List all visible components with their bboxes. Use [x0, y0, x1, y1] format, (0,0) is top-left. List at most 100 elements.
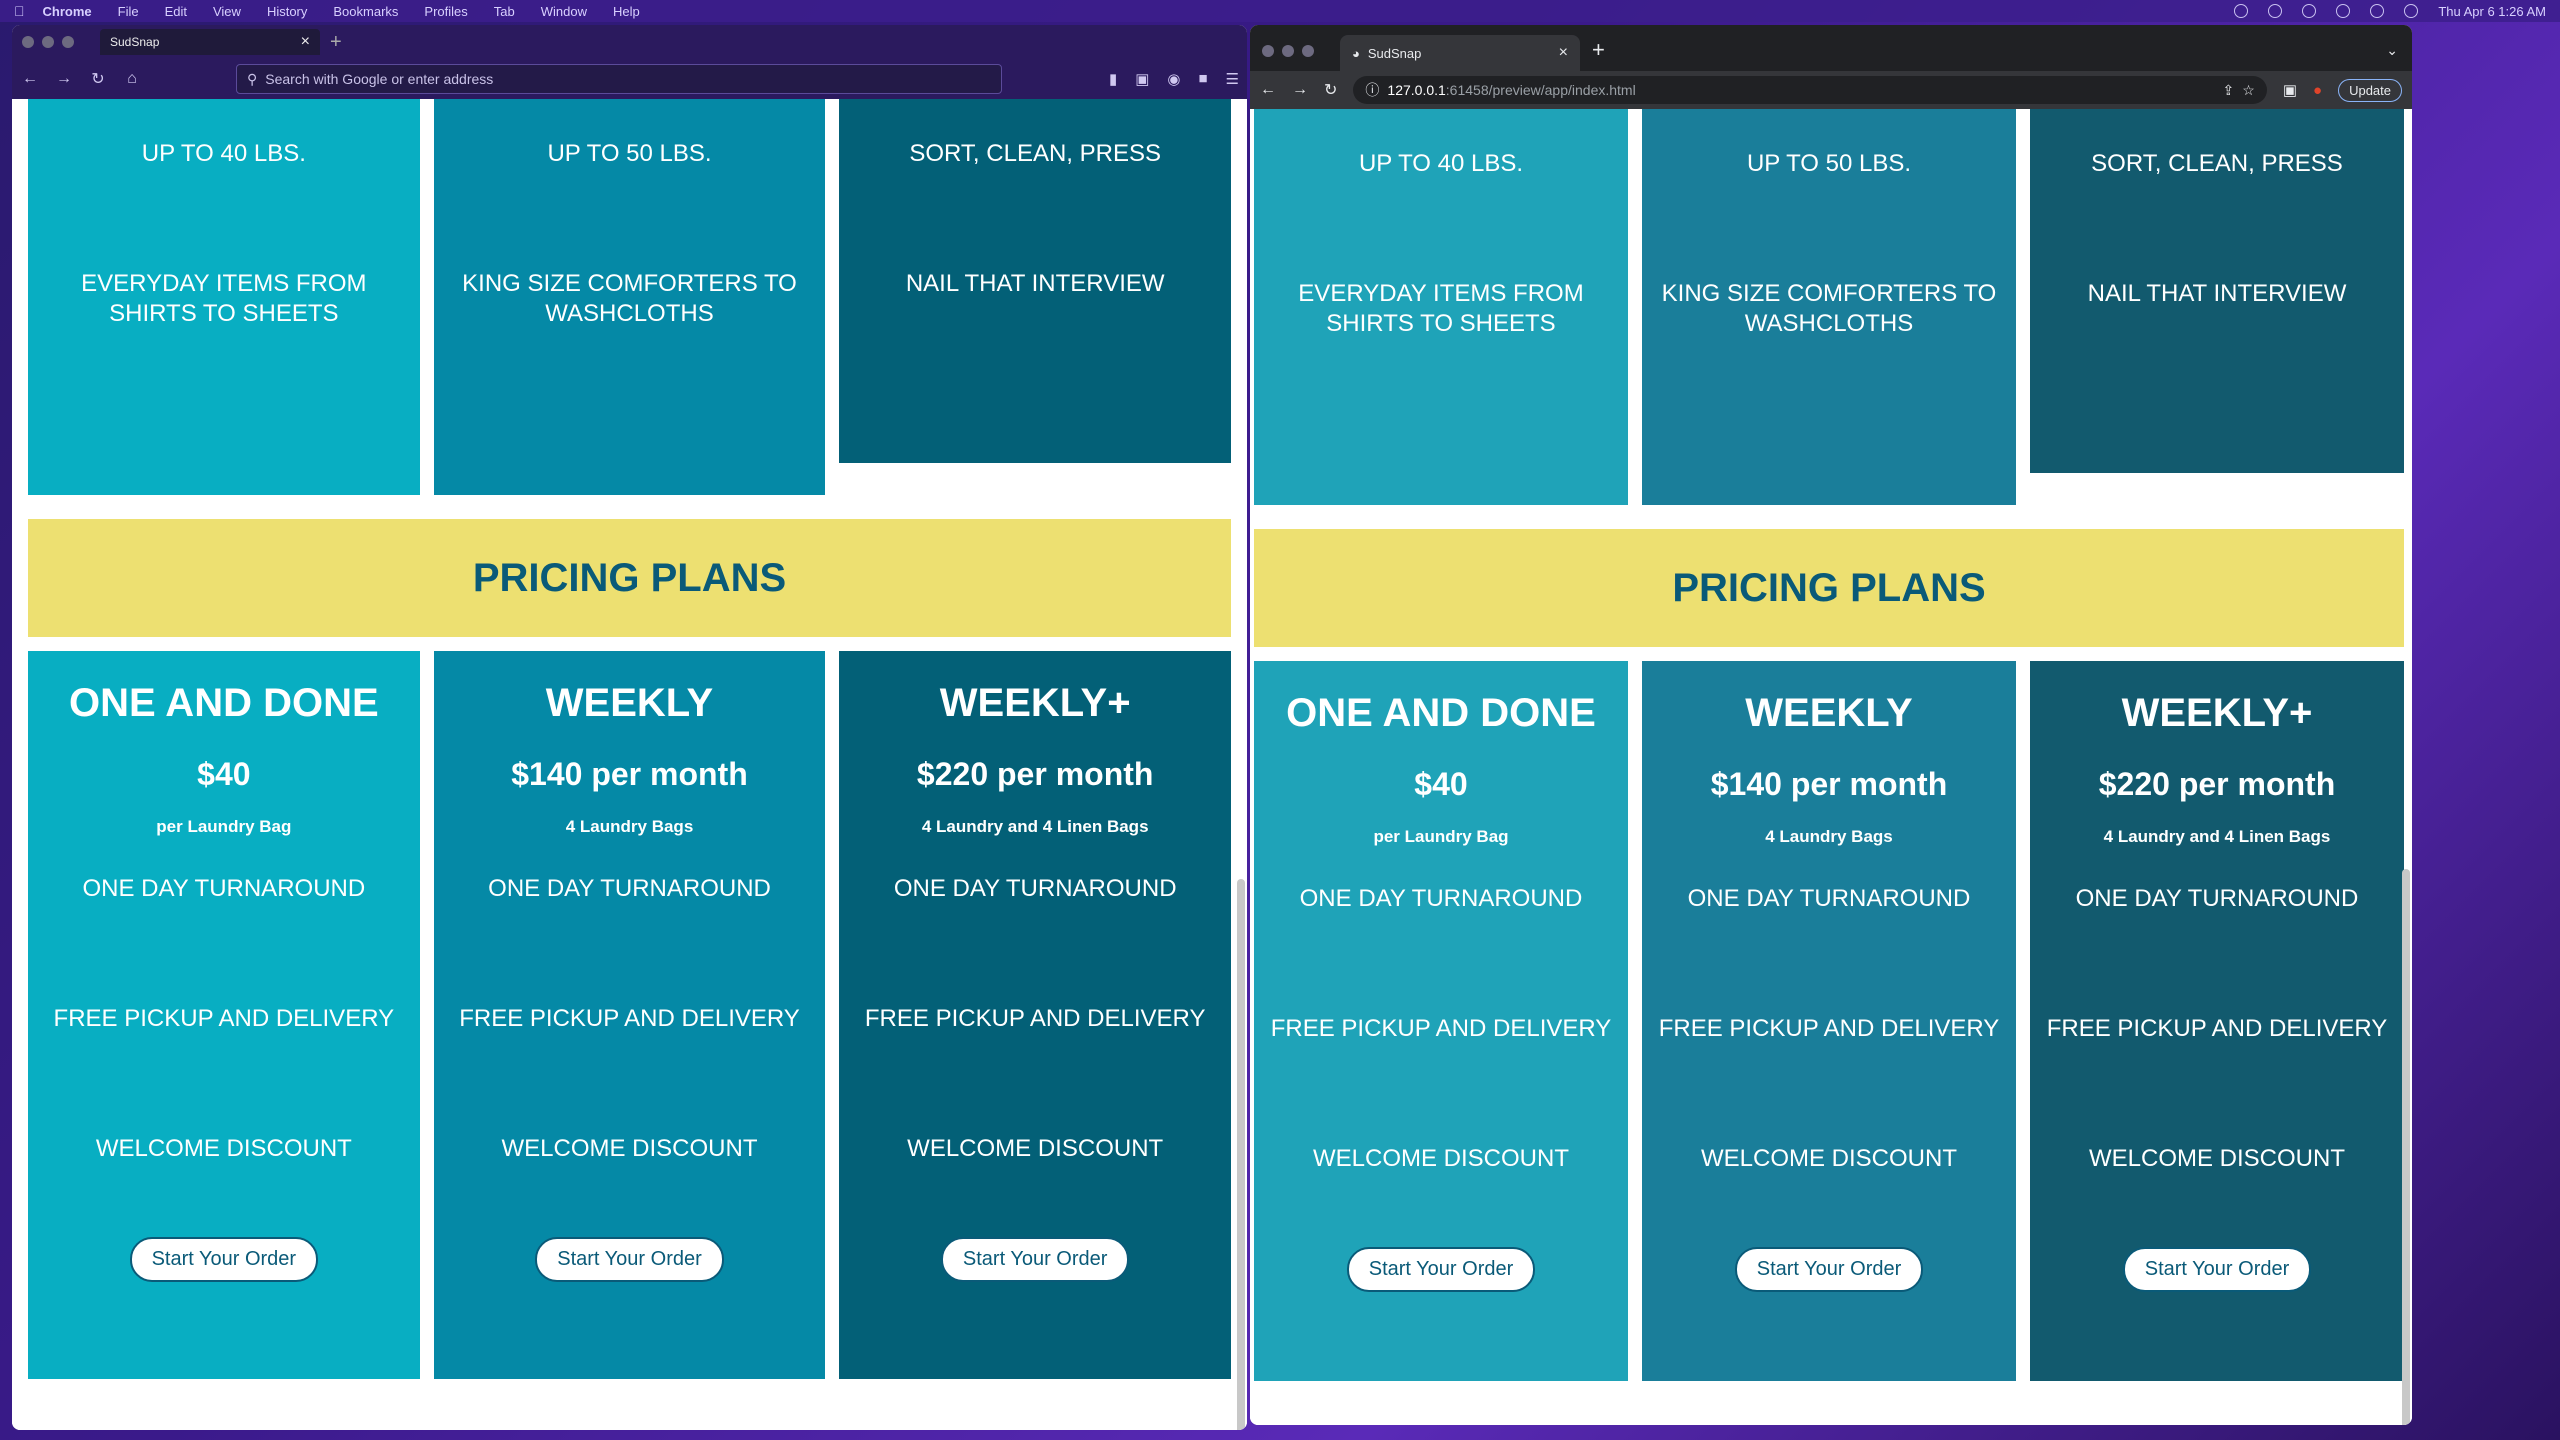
plan-note: 4 Laundry Bags [1765, 827, 1893, 846]
menu-tab[interactable]: Tab [494, 4, 515, 19]
start-order-button[interactable]: Start Your Order [1346, 1247, 1536, 1292]
info-icon[interactable]: ⓘ [1365, 80, 1379, 100]
feature-line: EVERYDAY ITEMS FROM SHIRTS TO SHEETS [1298, 280, 1584, 337]
maximize-window-icon[interactable] [1302, 45, 1314, 57]
toolbar-icons: ▣ ● Update [2283, 78, 2402, 102]
chevron-down-icon[interactable]: ⌄ [2386, 42, 2398, 59]
maximize-window-icon[interactable] [62, 36, 74, 48]
features-row: UP TO 40 LBS. EVERYDAY ITEMS FROM SHIRTS… [12, 99, 1247, 495]
feature-line: UP TO 40 LBS. [141, 140, 306, 167]
start-order-button[interactable]: Start Your Order [129, 1237, 319, 1282]
library-icon[interactable]: ▮ [1109, 70, 1117, 88]
clock[interactable]: Thu Apr 6 1:26 AM [2438, 4, 2546, 19]
search-icon: ⚲ [247, 70, 258, 87]
plan-feature: FREE PICKUP AND DELIVERY [2046, 1015, 2388, 1042]
address-bar[interactable]: ⚲ Search with Google or enter address [236, 64, 1002, 94]
close-window-icon[interactable] [22, 36, 34, 48]
back-icon[interactable]: ← [1260, 81, 1276, 99]
tab-bar: ◕ SudSnap × + ⌄ [1250, 25, 2412, 71]
minimize-window-icon[interactable] [1282, 45, 1294, 57]
browser-tab[interactable]: ◕ SudSnap × [1340, 35, 1580, 71]
new-tab-icon[interactable]: + [330, 31, 342, 54]
menu-window[interactable]: Window [541, 4, 587, 19]
close-tab-icon[interactable]: × [301, 33, 310, 51]
plan-feature: WELCOME DISCOUNT [2088, 1145, 2345, 1172]
home-icon[interactable]: ⌂ [122, 70, 142, 88]
feature-line: SORT, CLEAN, PRESS [2091, 150, 2343, 177]
share-icon[interactable]: ⇪ [2223, 82, 2235, 99]
forward-icon[interactable]: → [1292, 81, 1308, 99]
menu-app[interactable]: Chrome [43, 4, 92, 19]
feature-line: EVERYDAY ITEMS FROM SHIRTS TO SHEETS [81, 270, 367, 327]
reload-icon[interactable]: ↻ [88, 69, 108, 89]
back-icon[interactable]: ← [20, 70, 40, 88]
search-icon[interactable] [2404, 4, 2419, 18]
window-controls [22, 36, 74, 48]
feature-line: UP TO 40 LBS. [1358, 150, 1524, 177]
browser-tab[interactable]: SudSnap × [100, 29, 320, 55]
address-bar[interactable]: ⓘ 127.0.0.1:61458/preview/app/index.html… [1353, 76, 2267, 104]
tab-title: SudSnap [1367, 45, 1422, 61]
feature-line: NAIL THAT INTERVIEW [2087, 280, 2347, 307]
address-placeholder: Search with Google or enter address [265, 71, 494, 87]
star-icon[interactable]: ☆ [2242, 82, 2255, 99]
status-icon[interactable] [2234, 4, 2249, 18]
sidebar-icon[interactable]: ▣ [1135, 70, 1149, 88]
update-button[interactable]: Update [2338, 78, 2402, 102]
minimize-window-icon[interactable] [42, 36, 54, 48]
menu-help[interactable]: Help [613, 4, 640, 19]
plan-note: 4 Laundry Bags [565, 817, 694, 836]
plan-feature: ONE DAY TURNAROUND [1687, 885, 1971, 912]
creative-cloud-icon[interactable] [2302, 4, 2317, 18]
extensions-icon[interactable]: ■ [1198, 70, 1207, 88]
tab-bar: SudSnap × + [12, 25, 1247, 59]
plan-price: $40 [1414, 766, 1468, 802]
plan-feature: WELCOME DISCOUNT [95, 1135, 352, 1162]
start-order-button[interactable]: Start Your Order [940, 1237, 1130, 1282]
menu-history[interactable]: History [267, 4, 307, 19]
feature-line: KING SIZE COMFORTERS TO WASHCLOTHS [1661, 280, 1997, 337]
close-window-icon[interactable] [1262, 45, 1274, 57]
feature-line: SORT, CLEAN, PRESS [909, 140, 1161, 167]
apple-icon[interactable]:  [14, 3, 25, 19]
new-tab-icon[interactable]: + [1592, 37, 1605, 63]
scrollbar[interactable] [2402, 869, 2410, 1425]
page-content: UP TO 40 LBS. EVERYDAY ITEMS FROM SHIRTS… [1250, 109, 2412, 1425]
menu-file[interactable]: File [118, 4, 139, 19]
start-order-button[interactable]: Start Your Order [535, 1237, 724, 1282]
plan-note: per Laundry Bag [1373, 827, 1509, 846]
plan-feature: WELCOME DISCOUNT [501, 1135, 758, 1162]
menu-icon[interactable]: ☰ [1226, 70, 1239, 88]
feature-card: UP TO 50 LBS. KING SIZE COMFORTERS TO WA… [433, 99, 826, 495]
bluetooth-icon[interactable] [2336, 4, 2351, 18]
account-icon[interactable]: ◉ [1167, 70, 1180, 88]
menu-bookmarks[interactable]: Bookmarks [333, 4, 398, 19]
menu-profiles[interactable]: Profiles [424, 4, 467, 19]
right-browser-window: ◕ SudSnap × + ⌄ ← → ↻ ⓘ 127.0.0.1:61458/… [1250, 25, 2412, 1425]
start-order-button[interactable]: Start Your Order [1734, 1247, 1924, 1292]
menu-edit[interactable]: Edit [165, 4, 187, 19]
plan-name: WEEKLY [545, 681, 714, 725]
plan-feature: WELCOME DISCOUNT [907, 1135, 1164, 1162]
globe-icon: ◕ [1352, 45, 1360, 61]
cloud-icon[interactable] [2268, 4, 2283, 18]
feature-card: UP TO 40 LBS. EVERYDAY ITEMS FROM SHIRTS… [28, 99, 420, 495]
scrollbar[interactable] [1237, 879, 1245, 1430]
plan-feature: ONE DAY TURNAROUND [488, 875, 771, 902]
plan-card: ONE AND DONE $40 per Laundry Bag ONE DAY… [1254, 661, 1628, 1381]
url-host: 127.0.0.1 [1387, 82, 1446, 98]
plan-card: WEEKLY+ $220 per month 4 Laundry and 4 L… [2030, 661, 2404, 1381]
start-order-button[interactable]: Start Your Order [2122, 1247, 2312, 1292]
plan-name: ONE AND DONE [1286, 691, 1596, 735]
sidebar-icon[interactable]: ▣ [2283, 81, 2297, 99]
menu-view[interactable]: View [213, 4, 241, 19]
plans-row: ONE AND DONE $40 per Laundry Bag ONE DAY… [1250, 661, 2412, 1381]
forward-icon[interactable]: → [54, 70, 74, 88]
plan-price: $220 per month [2098, 766, 2336, 802]
plan-note: 4 Laundry and 4 Linen Bags [2103, 827, 2331, 846]
extension-icon[interactable]: ● [2313, 82, 2322, 99]
wifi-icon[interactable] [2370, 4, 2385, 18]
reload-icon[interactable]: ↻ [1324, 80, 1337, 100]
plan-price: $40 [197, 756, 251, 792]
close-tab-icon[interactable]: × [1559, 44, 1568, 62]
